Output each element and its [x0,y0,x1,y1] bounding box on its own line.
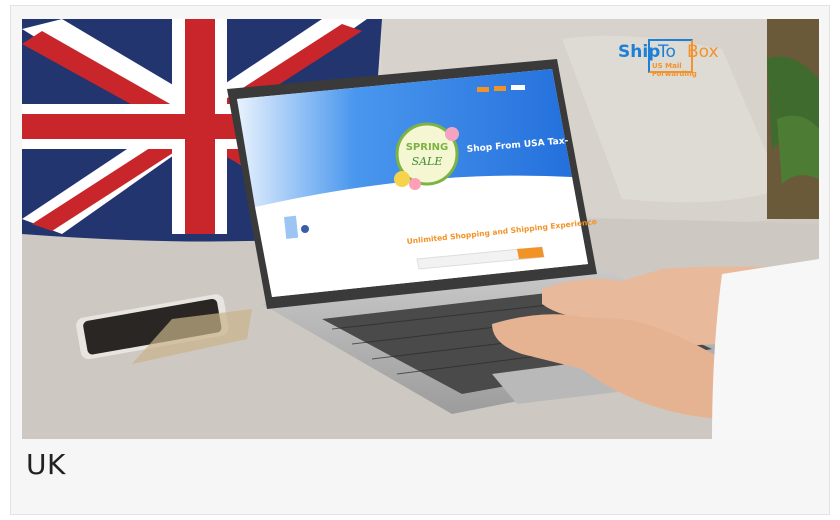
logo-word-to: To [658,42,676,62]
caption: UK [26,448,66,481]
ship-to-box-logo: Ship To Box US Mail Forwarding [618,39,726,81]
logo-tagline: US Mail Forwarding [652,62,697,78]
logo-word-box: Box [687,42,719,62]
image-card: SPRING SALE Shop From USA Tax- Unlimited… [10,5,830,515]
photo: SPRING SALE Shop From USA Tax- Unlimited… [22,19,819,439]
logo-word-ship: Ship [618,42,661,62]
laptop-on-couch-photo: SPRING SALE Shop From USA Tax- Unlimited… [22,19,819,439]
sale-text: SALE [412,155,443,168]
spring-text: SPRING [406,142,449,153]
laptop-screen: SPRING SALE Shop From USA Tax- Unlimited… [237,69,597,297]
